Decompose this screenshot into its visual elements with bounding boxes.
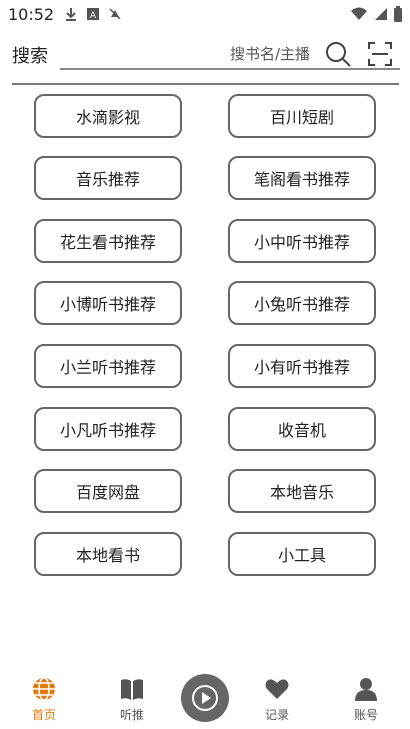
- grid-item-radio[interactable]: 收音机: [228, 407, 376, 451]
- grid-item-baidu-netdisk[interactable]: 百度网盘: [34, 469, 182, 513]
- battery-icon: [394, 6, 402, 22]
- nav-recommend[interactable]: 听推: [102, 676, 162, 726]
- search-icon[interactable]: [324, 40, 352, 68]
- nav-home-label: 首页: [31, 708, 56, 722]
- search-input[interactable]: [160, 42, 310, 66]
- svg-text:A: A: [90, 11, 97, 21]
- grid-item-water-drop-video[interactable]: 水滴影视: [34, 94, 182, 138]
- grid-item-tools[interactable]: 小工具: [228, 532, 376, 576]
- grid-item-xiaoyou-audio[interactable]: 小有听书推荐: [228, 344, 376, 388]
- nav-account[interactable]: 账号: [336, 676, 396, 726]
- divider: [12, 83, 399, 85]
- status-time: 10:52: [8, 4, 55, 24]
- status-bar: 10:52 A: [0, 0, 410, 28]
- grid-item-huasheng-reading[interactable]: 花生看书推荐: [34, 219, 182, 263]
- bottom-nav: 首页 听推 记录 账号: [0, 670, 410, 729]
- font-icon: A: [87, 8, 100, 21]
- play-button[interactable]: [181, 674, 229, 722]
- system-icons: [350, 6, 402, 22]
- play-icon: [192, 685, 218, 711]
- search-field: [60, 38, 400, 70]
- heart-icon: [265, 679, 289, 699]
- nav-home[interactable]: 首页: [14, 676, 74, 726]
- grid-item-xiaofan-audio[interactable]: 小凡听书推荐: [34, 407, 182, 451]
- mute-icon: [109, 8, 121, 20]
- grid-item-bige-reading[interactable]: 笔阁看书推荐: [228, 156, 376, 200]
- grid-item-music-recommend[interactable]: 音乐推荐: [34, 156, 182, 200]
- nav-history[interactable]: 记录: [247, 676, 307, 726]
- search-label: 搜索: [12, 46, 48, 67]
- person-icon: [355, 678, 377, 701]
- globe-icon: [33, 677, 55, 701]
- nav-recommend-label: 听推: [119, 708, 144, 722]
- wifi-icon: [351, 7, 367, 20]
- signal-icon: [375, 8, 387, 20]
- notification-icons: A: [64, 7, 122, 21]
- grid-item-xiaozhong-audio[interactable]: 小中听书推荐: [228, 219, 376, 263]
- grid-item-baichuan-shorts[interactable]: 百川短剧: [228, 94, 376, 138]
- grid-item-local-music[interactable]: 本地音乐: [228, 469, 376, 513]
- nav-account-label: 账号: [353, 708, 378, 722]
- search-bar: 搜索: [0, 36, 410, 72]
- download-icon: [66, 8, 77, 21]
- book-icon: [121, 679, 143, 700]
- grid-item-xiaolan-audio[interactable]: 小兰听书推荐: [34, 344, 182, 388]
- grid-item-local-reading[interactable]: 本地看书: [34, 532, 182, 576]
- grid-item-xiaotu-audio[interactable]: 小兔听书推荐: [228, 281, 376, 325]
- grid-item-xiaobo-audio[interactable]: 小博听书推荐: [34, 281, 182, 325]
- nav-history-label: 记录: [264, 708, 289, 722]
- scan-icon[interactable]: [366, 40, 394, 68]
